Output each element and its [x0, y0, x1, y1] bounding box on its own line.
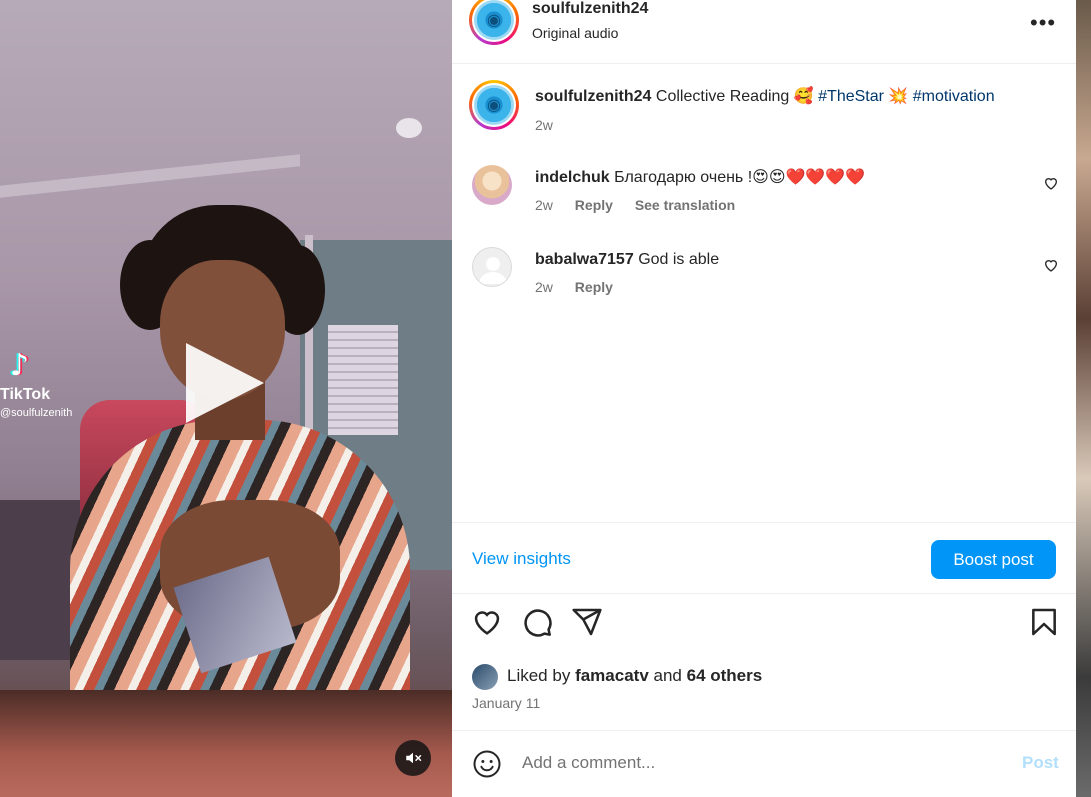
mute-button[interactable]: [395, 740, 431, 776]
reply-button[interactable]: Reply: [575, 197, 613, 213]
audio-label[interactable]: Original audio: [532, 25, 618, 41]
post-comment-button[interactable]: Post: [1022, 753, 1059, 773]
liker-username[interactable]: famacatv: [575, 666, 649, 685]
author-avatar[interactable]: ◉: [469, 0, 519, 45]
save-bookmark-icon[interactable]: [1028, 606, 1060, 638]
caption-text: Collective Reading: [655, 88, 790, 105]
tiktok-icon: ♪: [10, 348, 30, 383]
more-options-icon[interactable]: •••: [1030, 10, 1056, 36]
comment-text: Благодарю очень !😍😍❤️❤️❤️❤️: [614, 169, 866, 186]
default-avatar-icon[interactable]: [472, 247, 512, 287]
share-paper-plane-icon[interactable]: [571, 606, 603, 638]
reply-button[interactable]: Reply: [575, 279, 613, 295]
see-translation-button[interactable]: See translation: [635, 197, 735, 213]
collision-emoji: 💥: [888, 88, 909, 105]
post-actions: [452, 606, 1076, 646]
video-scene: [0, 154, 300, 198]
post-caption: ◉ soulfulzenith24 Collective Reading 🥰 #…: [469, 80, 1062, 140]
eye-logo-icon: ◉: [474, 0, 514, 40]
caption-timestamp: 2w: [535, 117, 553, 133]
commenter-username[interactable]: indelchuk: [535, 169, 610, 186]
smiling-hearts-emoji: 🥰: [793, 88, 814, 105]
other-likes-link[interactable]: 64 others: [687, 666, 763, 685]
view-insights-link[interactable]: View insights: [472, 549, 571, 569]
comment-item: indelchuk Благодарю очень !😍😍❤️❤️❤️❤️ 2w…: [472, 165, 1062, 225]
post-video[interactable]: ♪ TikTok @soulfulzenith: [0, 0, 452, 797]
comment-composer: Post: [452, 730, 1076, 797]
caption-avatar[interactable]: ◉: [469, 80, 519, 130]
boost-post-button[interactable]: Boost post: [931, 540, 1056, 579]
muted-speaker-icon: [406, 752, 422, 764]
instagram-post-modal: ♪ TikTok @soulfulzenith ◉ soulfulzenith2…: [0, 0, 1091, 797]
like-comment-heart-icon[interactable]: [1043, 175, 1059, 191]
liker-avatar[interactable]: [472, 664, 498, 690]
comment-timestamp: 2w: [535, 279, 553, 295]
tiktok-handle: @soulfulzenith: [0, 407, 73, 419]
like-comment-heart-icon[interactable]: [1043, 257, 1059, 273]
background-feed-edge: [1076, 0, 1091, 797]
commenter-avatar[interactable]: [472, 165, 512, 205]
insights-bar: View insights Boost post: [452, 522, 1076, 594]
eye-logo-icon: ◉: [474, 85, 514, 125]
post-date[interactable]: January 11: [472, 695, 540, 711]
hashtag-thestar[interactable]: #TheStar: [818, 88, 884, 105]
emoji-smiley-icon[interactable]: [472, 749, 502, 779]
like-heart-icon[interactable]: [471, 606, 503, 638]
comment-item: babalwa7157 God is able 2w Reply: [472, 247, 1062, 307]
liked-by-prefix: Liked by: [507, 666, 571, 685]
comment-text: God is able: [638, 251, 720, 268]
play-icon[interactable]: [186, 343, 264, 423]
comment-input[interactable]: [522, 751, 1002, 775]
post-header: ◉ soulfulzenith24 Original audio •••: [452, 0, 1076, 64]
likes-and: and: [653, 666, 682, 685]
commenter-username[interactable]: babalwa7157: [535, 251, 634, 268]
comment-bubble-icon[interactable]: [521, 606, 553, 638]
hashtag-motivation[interactable]: #motivation: [913, 88, 995, 105]
comment-timestamp: 2w: [535, 197, 553, 213]
author-username[interactable]: soulfulzenith24: [532, 0, 648, 18]
tiktok-brand: TikTok: [0, 386, 51, 403]
caption-username[interactable]: soulfulzenith24: [535, 88, 651, 105]
post-details-panel: ◉ soulfulzenith24 Original audio ••• ◉ s…: [452, 0, 1076, 797]
